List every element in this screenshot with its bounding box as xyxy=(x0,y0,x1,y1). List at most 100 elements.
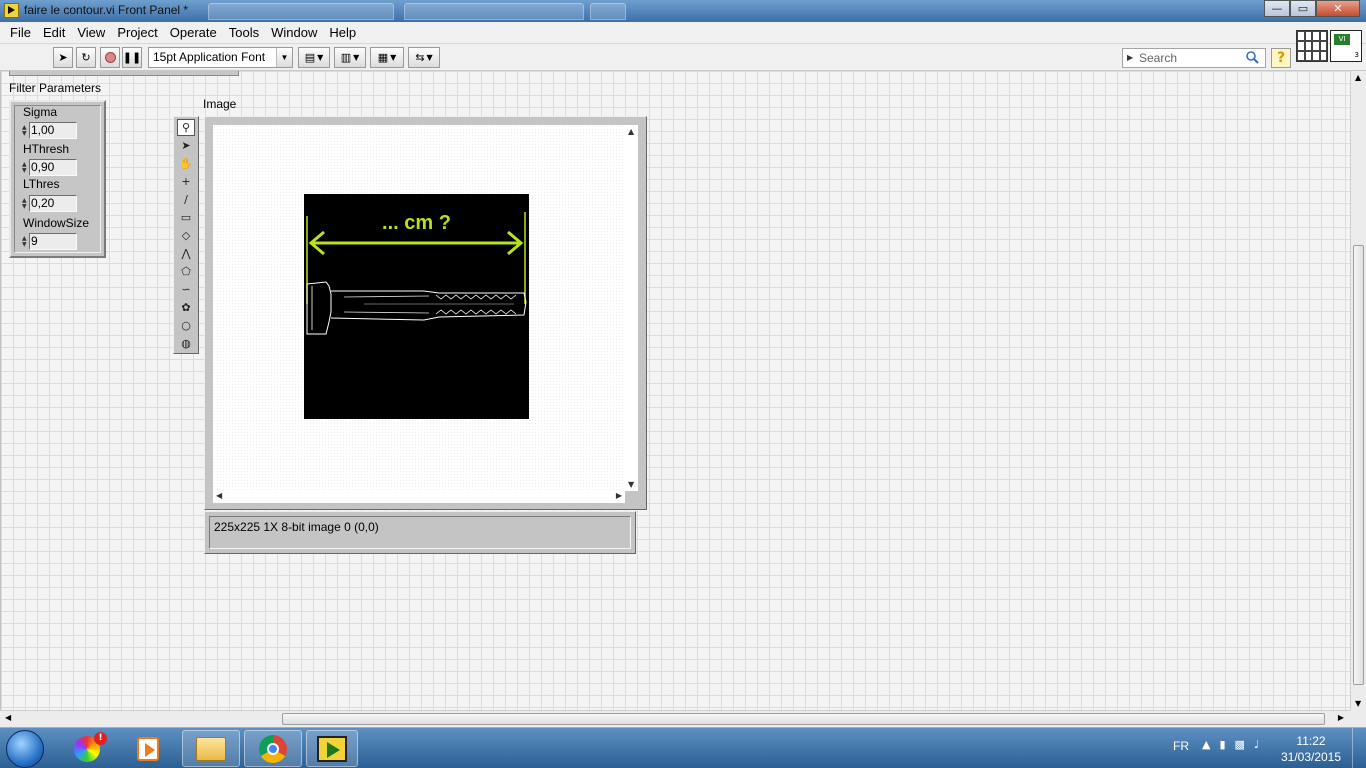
scroll-up-icon[interactable]: ▲ xyxy=(1355,73,1361,82)
increment-decrement-arrows[interactable]: ▲ ▼ xyxy=(22,122,29,139)
menu-operate[interactable]: Operate xyxy=(164,25,223,40)
image-horizontal-scrollbar[interactable]: ◀ ▶ xyxy=(213,491,625,503)
menu-project[interactable]: Project xyxy=(111,25,163,40)
run-continuously-icon[interactable]: ↻ xyxy=(76,47,96,68)
rectangle-tool-icon[interactable]: ▭ xyxy=(177,209,195,226)
font-select-value: 15pt Application Font xyxy=(153,50,266,64)
scroll-left-icon[interactable]: ◀ xyxy=(216,491,222,500)
font-select[interactable]: 15pt Application Font ▼ xyxy=(148,47,293,68)
pan-hand-tool-icon[interactable]: ✋ xyxy=(177,155,195,172)
zoom-tool-icon[interactable]: ⚲ xyxy=(177,119,195,136)
window-title: faire le contour.vi Front Panel * xyxy=(24,3,189,17)
picasa-icon[interactable]: ! xyxy=(62,730,112,767)
file-explorer-icon[interactable] xyxy=(182,730,240,767)
scroll-up-icon[interactable]: ▲ xyxy=(628,127,634,136)
increment-decrement-arrows[interactable]: ▲ ▼ xyxy=(22,159,29,176)
scroll-down-icon[interactable]: ▼ xyxy=(1355,699,1361,708)
scrollbar-corner xyxy=(1350,710,1366,727)
background-window-tab[interactable] xyxy=(208,3,394,20)
resize-objects-icon[interactable]: ▦ ▼ xyxy=(370,47,404,68)
edge-detected-image: ... cm ? xyxy=(304,194,529,419)
windowsize-field[interactable]: 9 xyxy=(29,233,77,250)
hthresh-control[interactable]: ▲ ▼ 0,90 xyxy=(22,159,77,176)
volume-icon[interactable]: ♩ xyxy=(1254,738,1259,751)
panel-vertical-scrollbar[interactable]: ▲ ▼ xyxy=(1350,71,1366,710)
background-window-tab[interactable] xyxy=(404,3,584,20)
search-input[interactable]: ▶ Search xyxy=(1122,48,1266,68)
panel-horizontal-scrollbar[interactable]: ◀ ▶ xyxy=(0,710,1350,727)
image-tool-palette: ⚲ ➤ ✋ + ∕ ▭ ◇ ⋀ ⬠ ∽ ✿ ○ ◍ xyxy=(173,116,199,354)
title-bar: faire le contour.vi Front Panel * — ▭ ✕ xyxy=(0,0,1366,22)
clock[interactable]: 11:22 31/03/2015 xyxy=(1278,733,1344,765)
labview-vi-icon xyxy=(4,3,19,18)
window-controls: — ▭ ✕ xyxy=(1264,0,1360,18)
chrome-icon[interactable] xyxy=(244,730,302,767)
broken-line-tool-icon[interactable]: ⋀ xyxy=(177,245,195,262)
image-display: ... cm ? ▲ ▼ ◀ ▶ xyxy=(204,116,647,510)
scroll-left-icon[interactable]: ◀ xyxy=(5,713,11,722)
context-help-button[interactable]: ? xyxy=(1271,48,1291,68)
point-tool-icon[interactable]: + xyxy=(177,173,195,190)
minimize-button[interactable]: — xyxy=(1264,0,1290,17)
distribute-objects-icon[interactable]: ▥ ▼ xyxy=(334,47,366,68)
sigma-control[interactable]: ▲ ▼ 1,00 xyxy=(22,122,77,139)
menu-window[interactable]: Window xyxy=(265,25,323,40)
annulus-tool-icon[interactable]: ◍ xyxy=(177,335,195,352)
scroll-thumb[interactable] xyxy=(1353,245,1364,685)
search-placeholder: Search xyxy=(1139,51,1178,65)
power-icon[interactable]: ▮ xyxy=(1219,738,1225,751)
front-panel-canvas[interactable]: Filter Parameters Sigma ▲ ▼ 1,00 HThresh … xyxy=(0,71,1350,710)
windowsize-control[interactable]: ▲ ▼ 9 xyxy=(22,233,77,250)
sigma-field[interactable]: 1,00 xyxy=(29,122,77,139)
abort-icon[interactable] xyxy=(100,47,120,68)
oval-tool-icon[interactable]: ○ xyxy=(177,317,195,334)
reorder-icon[interactable]: ⇆ ▼ xyxy=(408,47,440,68)
polygon-tool-icon[interactable]: ⬠ xyxy=(177,263,195,280)
scroll-thumb[interactable] xyxy=(282,713,1325,725)
menu-help[interactable]: Help xyxy=(323,25,362,40)
scroll-right-icon[interactable]: ▶ xyxy=(616,491,622,500)
image-info-text: 225x225 1X 8-bit image 0 (0,0) xyxy=(209,516,631,549)
sigma-label: Sigma xyxy=(23,105,58,119)
media-player-icon[interactable] xyxy=(124,730,172,767)
scroll-down-icon[interactable]: ▼ xyxy=(628,480,634,489)
lthres-field[interactable]: 0,20 xyxy=(29,195,77,212)
close-button[interactable]: ✕ xyxy=(1316,0,1360,17)
image-info-bar: 225x225 1X 8-bit image 0 (0,0) xyxy=(204,511,636,554)
increment-decrement-arrows[interactable]: ▲ ▼ xyxy=(22,233,29,250)
cropped-control xyxy=(9,71,239,76)
search-options-icon: ▶ xyxy=(1127,53,1134,62)
vi-icon[interactable]: VI 3 xyxy=(1330,30,1362,62)
lthres-control[interactable]: ▲ ▼ 0,20 xyxy=(22,195,77,212)
pause-icon[interactable]: ❚❚ xyxy=(122,47,142,68)
menu-file[interactable]: File xyxy=(4,25,37,40)
menu-tools[interactable]: Tools xyxy=(223,25,265,40)
rotated-rectangle-tool-icon[interactable]: ◇ xyxy=(177,227,195,244)
menu-view[interactable]: View xyxy=(71,25,111,40)
menu-edit[interactable]: Edit xyxy=(37,25,71,40)
run-arrow-icon[interactable]: ➤ xyxy=(53,47,73,68)
image-canvas[interactable]: ... cm ? xyxy=(213,125,625,491)
hthresh-label: HThresh xyxy=(23,142,70,156)
connector-pane-icon[interactable] xyxy=(1296,30,1328,62)
vi-icon-graphic: VI xyxy=(1334,34,1350,45)
selection-arrow-tool-icon[interactable]: ➤ xyxy=(177,137,195,154)
search-icon[interactable] xyxy=(1246,51,1259,64)
hthresh-field[interactable]: 0,90 xyxy=(29,159,77,176)
network-icon[interactable]: ▩ xyxy=(1235,738,1245,751)
align-objects-icon[interactable]: ▤ ▼ xyxy=(298,47,330,68)
freehand-line-tool-icon[interactable]: ∽ xyxy=(177,281,195,298)
line-tool-icon[interactable]: ∕ xyxy=(177,191,195,208)
freehand-region-tool-icon[interactable]: ✿ xyxy=(177,299,195,316)
show-desktop-button[interactable] xyxy=(1352,728,1366,768)
windowsize-label: WindowSize xyxy=(23,216,90,230)
maximize-button[interactable]: ▭ xyxy=(1290,0,1316,17)
labview-taskbar-icon[interactable] xyxy=(306,730,358,767)
windows-start-icon[interactable] xyxy=(6,730,44,768)
show-hidden-icons-icon[interactable]: ▲ xyxy=(1202,738,1210,751)
input-language[interactable]: FR xyxy=(1173,739,1189,753)
image-vertical-scrollbar[interactable]: ▲ ▼ xyxy=(625,125,638,491)
scroll-right-icon[interactable]: ▶ xyxy=(1338,713,1344,722)
increment-decrement-arrows[interactable]: ▲ ▼ xyxy=(22,195,29,212)
background-window-tab[interactable] xyxy=(590,3,626,20)
